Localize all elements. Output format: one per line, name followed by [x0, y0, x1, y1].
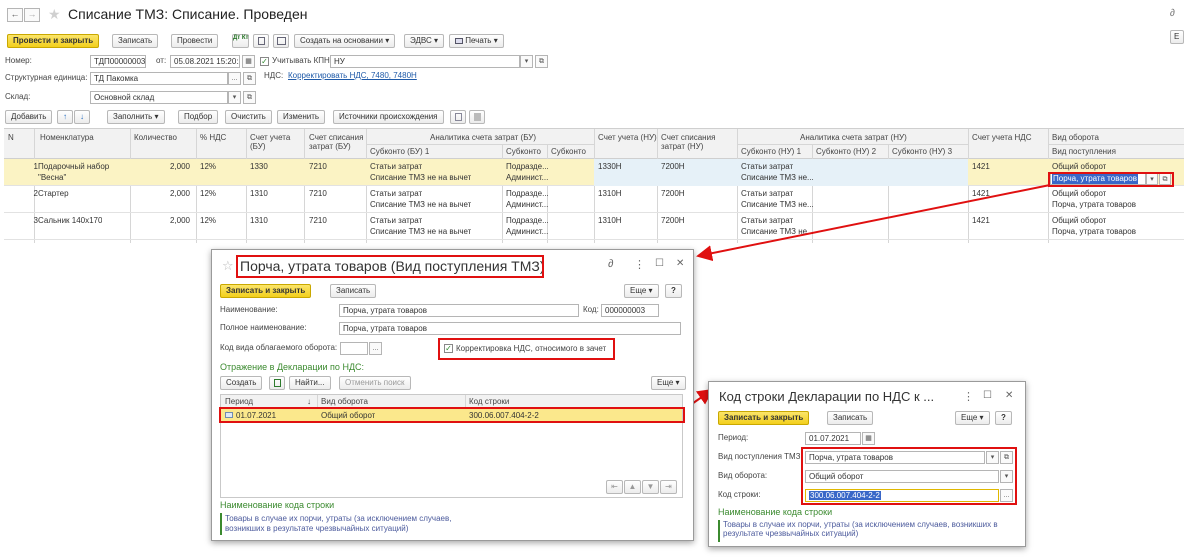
save-button[interactable]: Записать — [330, 284, 377, 298]
help-button[interactable]: ? — [995, 411, 1012, 425]
nav-first-button[interactable]: ⇤ — [606, 480, 623, 494]
up-icon: ▲ — [628, 482, 637, 491]
more-button[interactable]: Еще ▾ — [624, 284, 659, 298]
declaration-section-title: Отражение в Декларации по НДС: — [220, 362, 365, 372]
more-label: Еще — [961, 413, 978, 422]
first-icon: ⇤ — [611, 482, 618, 491]
turnover-label: Вид оборота: — [718, 471, 768, 480]
find-button[interactable]: Найти... — [289, 376, 331, 390]
nds-correction-label: Корректировка НДС, относимого в зачет — [456, 344, 607, 353]
declaration-list: Период ↓ Вид оборота Код строки 01.07.20… — [220, 394, 683, 498]
more-list-button[interactable]: Еще ▾ — [651, 376, 686, 390]
save-and-close-button[interactable]: Записать и закрыть — [718, 411, 810, 425]
code-name-title: Наименование кода строки — [718, 507, 833, 517]
taxable-code-select[interactable]: ... — [369, 342, 382, 355]
code-name-bar — [718, 520, 720, 542]
chevron-down-icon: ▾ — [1004, 473, 1009, 480]
period-calendar-button[interactable]: ▦ — [862, 432, 875, 445]
dots-icon: ... — [372, 345, 379, 352]
more-icon[interactable]: ⋮ — [963, 390, 974, 403]
code-name-text-2: возникших в результате чрезвычайных ситу… — [225, 524, 409, 533]
code-name-bar — [220, 513, 222, 535]
code-select-button[interactable]: ... — [1000, 489, 1013, 502]
arrow-to-dialog1 — [696, 184, 1051, 262]
col-turnover[interactable]: Вид оборота — [321, 397, 368, 407]
more-icon[interactable]: ⋮ — [634, 258, 645, 271]
close-icon[interactable]: ✕ — [676, 258, 684, 269]
receipt-type-open[interactable]: ⧉ — [1000, 451, 1013, 464]
list-header — [221, 395, 682, 408]
record-icon — [225, 412, 233, 418]
name-field[interactable]: Порча, утрата товаров — [339, 304, 579, 317]
code-name-text-2: результате чрезвычайных ситуаций) — [723, 529, 859, 538]
save-and-close-button[interactable]: Записать и закрыть — [220, 284, 312, 298]
calendar-icon: ▦ — [865, 435, 872, 442]
taxable-code-field[interactable] — [340, 342, 368, 355]
full-name-label: Полное наименование: — [220, 323, 307, 332]
list-row[interactable]: 01.07.2021 Общий оборот 300.06.007.404-2… — [221, 409, 682, 422]
name-label: Наименование: — [220, 305, 278, 314]
maximize-icon[interactable]: ☐ — [983, 390, 992, 401]
favorite-star-icon[interactable]: ☆ — [222, 258, 234, 274]
chevron-down-icon: ▾ — [675, 378, 680, 387]
dialog-title: Порча, утрата товаров (Вид поступления Т… — [240, 258, 545, 274]
more-label: Еще — [630, 286, 647, 295]
copy-icon — [274, 379, 281, 387]
cancel-search-button[interactable]: Отменить поиск — [339, 376, 411, 390]
nav-up-button[interactable]: ▲ — [624, 480, 641, 494]
code-label: Код строки: — [718, 490, 761, 499]
period-field[interactable]: 01.07.2021 — [805, 432, 861, 445]
chevron-down-icon: ▾ — [979, 413, 984, 422]
close-icon[interactable]: ✕ — [1005, 390, 1013, 401]
code-field[interactable]: 000000003 — [601, 304, 659, 317]
taxable-code-label: Код вида облагаемого оборота: — [220, 343, 338, 352]
nav-down-button[interactable]: ▼ — [642, 480, 659, 494]
declaration-code-dialog: Код строки Декларации по НДС к ... ⋮ ☐ ✕… — [708, 381, 1026, 547]
open-icon: ⧉ — [1004, 454, 1009, 461]
more-button[interactable]: Еще ▾ — [955, 411, 990, 425]
col-code[interactable]: Код строки — [469, 397, 509, 407]
code-name-title: Наименование кода строки — [220, 500, 335, 510]
col-period[interactable]: Период — [225, 397, 253, 407]
code-label: Код: — [583, 305, 599, 314]
row-code: 300.06.007.404-2-2 — [469, 411, 539, 420]
period-label: Период: — [718, 433, 749, 442]
code-field[interactable]: 300.06.007.404-2-2 — [805, 489, 999, 502]
main-window: ← → ★ Списание ТМЗ: Списание. Проведен ∂… — [0, 0, 1184, 557]
nav-last-button[interactable]: ⇥ — [660, 480, 677, 494]
chevron-down-icon: ▾ — [990, 454, 995, 461]
row-period: 01.07.2021 — [236, 411, 277, 420]
receipt-type-field[interactable]: Порча, утрата товаров — [805, 451, 985, 464]
chevron-down-icon: ▾ — [648, 286, 653, 295]
dots-icon: ... — [1003, 492, 1010, 499]
receipt-type-dropdown[interactable]: ▾ — [986, 451, 999, 464]
code-value: 300.06.007.404-2-2 — [809, 491, 881, 500]
last-icon: ⇥ — [665, 482, 672, 491]
row-turnover: Общий оборот — [321, 411, 376, 420]
receipt-type-label: Вид поступления ТМЗ: — [718, 452, 803, 461]
down-icon: ▼ — [646, 482, 655, 491]
sort-down-icon: ↓ — [307, 397, 311, 406]
full-name-field[interactable]: Порча, утрата товаров — [339, 322, 681, 335]
turnover-dropdown[interactable]: ▾ — [1000, 470, 1013, 483]
link-icon[interactable]: ∂ — [608, 258, 613, 270]
help-button[interactable]: ? — [665, 284, 682, 298]
maximize-icon[interactable]: ☐ — [655, 258, 664, 269]
more-label: Еще — [657, 378, 674, 387]
save-button[interactable]: Записать — [827, 411, 874, 425]
receipt-type-dialog: ☆ Порча, утрата товаров (Вид поступления… — [211, 249, 694, 541]
dialog-title: Код строки Декларации по НДС к ... — [719, 389, 935, 404]
nds-correction-checkbox[interactable]: ✓ — [444, 344, 453, 353]
turnover-field[interactable]: Общий оборот — [805, 470, 999, 483]
create-button[interactable]: Создать — [220, 376, 263, 390]
copy-button[interactable] — [269, 376, 285, 390]
